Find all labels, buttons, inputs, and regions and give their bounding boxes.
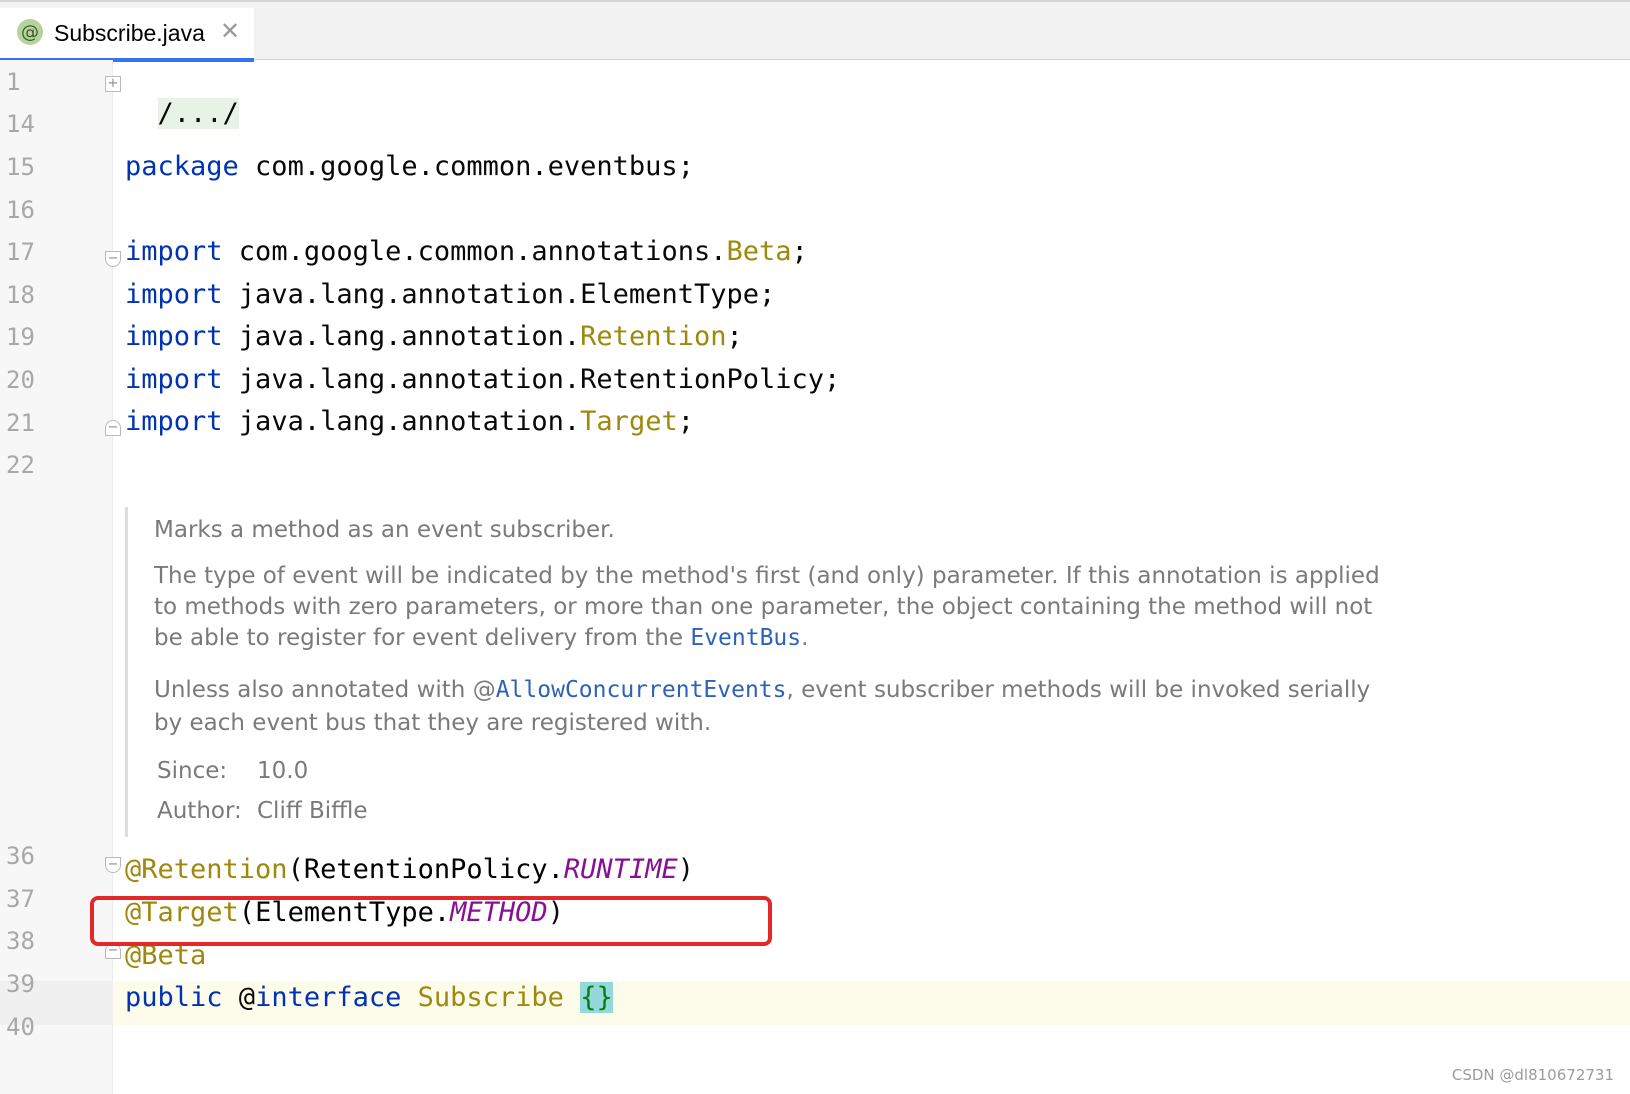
code-line-18[interactable]: import java.lang.annotation.ElementType;	[125, 279, 775, 311]
since-value: 10.0	[257, 758, 309, 784]
enum-constant: RUNTIME	[563, 854, 678, 885]
allow-concurrent-events-link[interactable]: AllowConcurrentEvents	[496, 677, 787, 703]
tab-title: Subscribe.java	[54, 20, 205, 46]
code-line-36[interactable]: @Retention(RetentionPolicy.RUNTIME)	[125, 854, 694, 886]
keyword: import	[125, 321, 223, 352]
paren: )	[677, 854, 694, 885]
matched-braces: {}	[580, 982, 613, 1013]
line-number: 16	[6, 196, 35, 224]
line-number: 38	[6, 927, 35, 955]
code-text: java.lang.annotation.ElementType;	[222, 279, 776, 310]
keyword: public	[125, 982, 223, 1013]
since-label: Since:	[157, 758, 228, 784]
line-number: 20	[6, 366, 35, 394]
line-number: 40	[6, 1013, 35, 1041]
keyword: import	[125, 364, 223, 395]
line-number: 14	[6, 110, 35, 138]
javadoc-text: be able to register for event delivery f…	[154, 625, 691, 651]
javadoc-summary: Marks a method as an event subscriber.	[154, 517, 615, 543]
line-number: 19	[6, 323, 35, 351]
code-text: ;	[677, 406, 694, 437]
line-number: 37	[6, 885, 35, 913]
class-ref: Beta	[726, 236, 792, 267]
fold-end-icon[interactable]: −	[105, 420, 121, 436]
code-line-17[interactable]: import com.google.common.annotations.Bet…	[125, 236, 808, 268]
javadoc-text: , event subscriber methods will be invok…	[786, 677, 1371, 703]
javadoc-text: The type of event will be indicated by t…	[154, 563, 1380, 589]
keyword: import	[125, 406, 223, 437]
code-text: ;	[726, 321, 743, 352]
class-ref: Retention	[580, 321, 727, 352]
javadoc-text: be able to register for event delivery f…	[154, 622, 808, 654]
code-line-15[interactable]: package com.google.common.eventbus;	[125, 151, 694, 183]
code-line-21[interactable]: import java.lang.annotation.Target;	[125, 406, 694, 438]
code-text: java.lang.annotation.	[222, 406, 581, 437]
javadoc-text: .	[801, 625, 809, 651]
line-number: 18	[6, 281, 35, 309]
keyword: package	[125, 151, 239, 182]
line-number: 39	[6, 970, 35, 998]
fold-collapse-icon[interactable]: −	[105, 251, 121, 267]
line-number: 21	[6, 409, 35, 437]
keyword: interface	[255, 982, 402, 1013]
javadoc-border	[125, 507, 128, 837]
code-text: ;	[791, 236, 808, 267]
line-number: 36	[6, 842, 35, 870]
line-number: 1	[6, 68, 21, 96]
line-number: 15	[6, 153, 35, 181]
javadoc-author: Author: Cliff Biffle	[157, 795, 368, 827]
folded-comment[interactable]: /.../	[157, 98, 239, 129]
fold-expand-icon[interactable]: +	[105, 76, 121, 92]
code-line-39[interactable]: public @interface Subscribe {}	[125, 982, 613, 1014]
keyword: import	[125, 279, 223, 310]
code-text: @	[222, 982, 256, 1013]
author-value: Cliff Biffle	[257, 798, 368, 824]
watermark: CSDN @dl810672731	[1451, 1066, 1614, 1084]
red-highlight-box	[90, 896, 772, 946]
code-line-20[interactable]: import java.lang.annotation.RetentionPol…	[125, 364, 840, 396]
code-text: java.lang.annotation.	[222, 321, 581, 352]
class-ref: Target	[580, 406, 678, 437]
code-text: com.google.common.annotations.	[222, 236, 727, 267]
code-line-19[interactable]: import java.lang.annotation.Retention;	[125, 321, 743, 353]
javadoc-text: Unless also annotated with @AllowConcurr…	[154, 674, 1370, 706]
javadoc-text: by each event bus that they are register…	[154, 710, 712, 736]
javadoc-text: to methods with zero parameters, or more…	[154, 594, 1373, 620]
paren: (	[287, 854, 304, 885]
code-line-1[interactable]: /.../	[125, 66, 239, 130]
javadoc-since: Since: 10.0	[157, 755, 308, 787]
eventbus-link[interactable]: EventBus	[690, 625, 801, 651]
author-label: Author:	[157, 798, 242, 824]
code-text: java.lang.annotation.RetentionPolicy;	[222, 364, 841, 395]
keyword: import	[125, 236, 223, 267]
code-text: com.google.common.eventbus;	[238, 151, 694, 182]
line-number: 22	[6, 451, 35, 479]
code-text: RetentionPolicy.	[303, 854, 564, 885]
close-icon[interactable]: ✕	[220, 17, 240, 45]
editor-tab-bar: @ Subscribe.java ✕	[0, 0, 1630, 62]
line-number: 17	[6, 238, 35, 266]
tab-subscribe-java[interactable]: @ Subscribe.java ✕	[0, 8, 254, 62]
annotation-file-icon: @	[17, 19, 43, 45]
type-name: Subscribe	[401, 982, 581, 1013]
annotation: @Retention	[125, 854, 288, 885]
fold-collapse-icon[interactable]: −	[105, 857, 121, 873]
javadoc-text: Unless also annotated with @	[154, 677, 496, 703]
